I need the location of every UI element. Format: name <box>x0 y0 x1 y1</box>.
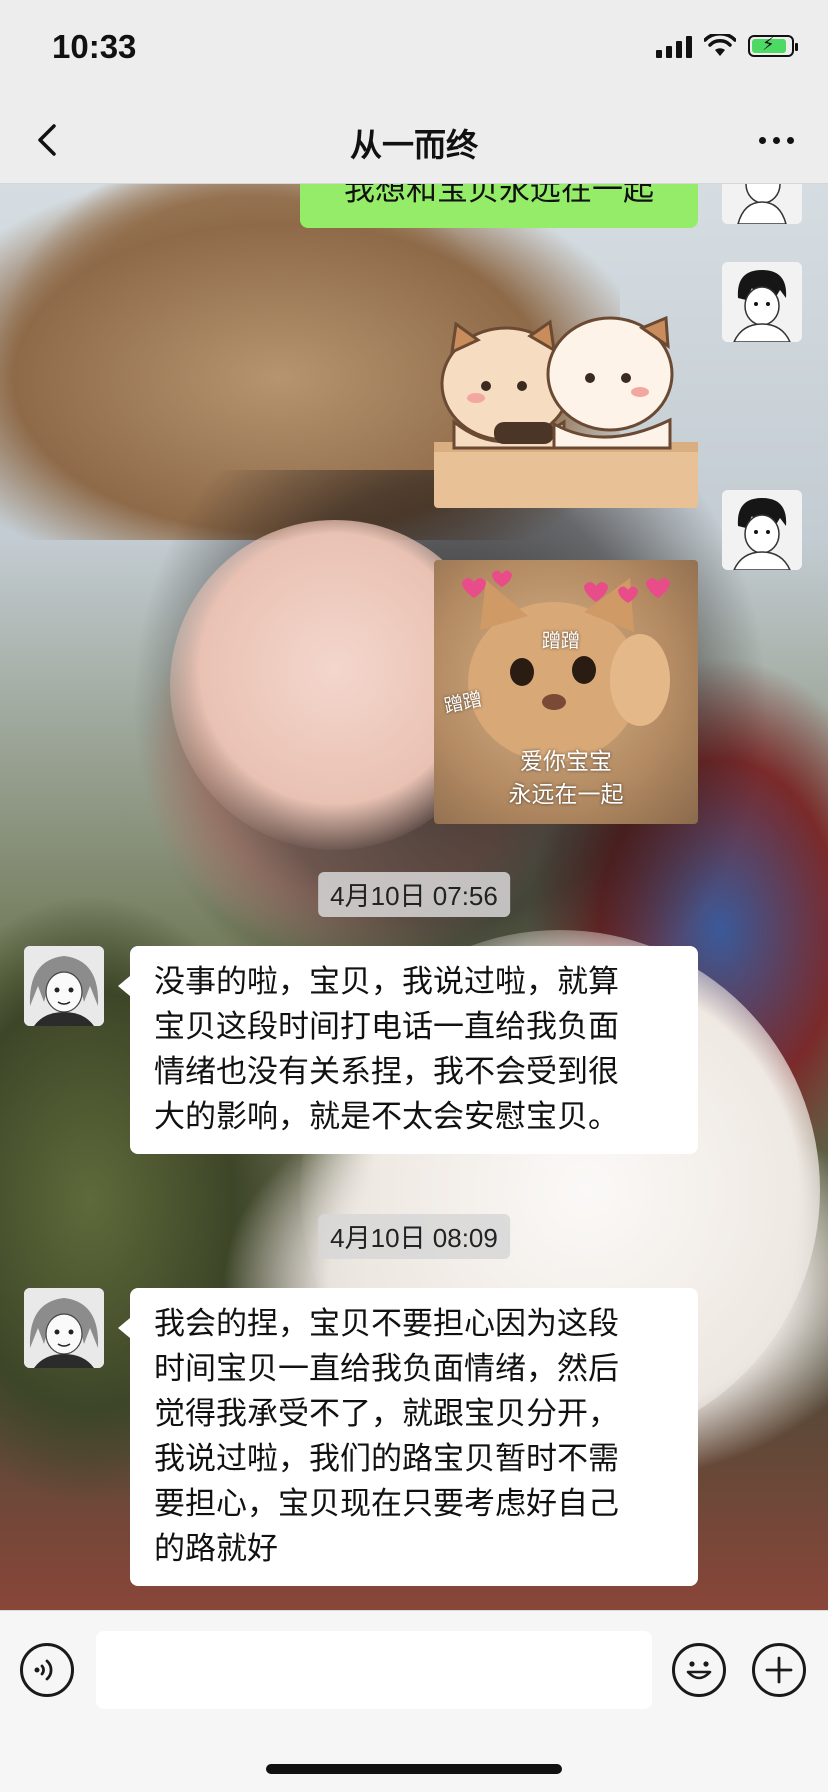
cellular-signal-icon <box>656 34 692 58</box>
battery-icon: ⚡ <box>748 34 798 57</box>
sticker-tag: 蹭蹭 <box>542 630 581 652</box>
my-avatar[interactable] <box>722 184 802 224</box>
status-icons: ⚡ <box>656 34 798 58</box>
voice-icon <box>34 1659 53 1681</box>
timestamp: 4月10日 07:56 <box>318 872 510 917</box>
voice-button[interactable] <box>20 1643 74 1697</box>
home-indicator[interactable] <box>266 1764 562 1774</box>
message-text-line: 情绪也没有关系捏，我不会受到很 <box>154 1054 619 1090</box>
message-bubble-contact[interactable]: 没事的啦，宝贝，我说过啦，就算 宝贝这段时间打电话一直给我负面 情绪也没有关系捏… <box>118 946 698 1154</box>
message-text: 我想和宝贝永远在一起 <box>344 184 654 208</box>
cat-love-sticker[interactable]: 蹭蹭 蹭蹭 爱你宝宝 永远在一起 <box>434 560 698 824</box>
more-dots-icon <box>758 136 766 144</box>
message-input[interactable] <box>96 1631 652 1709</box>
message-text-line: 没事的啦，宝贝，我说过啦，就算 <box>154 964 619 1000</box>
plus-icon <box>765 1656 793 1684</box>
message-bubble-mine[interactable]: 我想和宝贝永远在一起 <box>300 184 698 228</box>
message-text-line: 我说过啦，我们的路宝贝暂时不需 <box>154 1441 619 1477</box>
chat-title: 从一而终 <box>349 126 478 164</box>
sticker-caption: 爱你宝宝 永远在一起 <box>508 749 624 808</box>
emoji-icon <box>686 1661 712 1680</box>
my-avatar[interactable] <box>722 490 802 570</box>
message-text-line: 大的影响，就是不太会安慰宝贝。 <box>154 1099 619 1135</box>
my-avatar[interactable] <box>722 262 802 342</box>
emoji-button[interactable] <box>672 1643 726 1697</box>
contact-avatar[interactable] <box>24 946 104 1026</box>
plus-button[interactable] <box>752 1643 806 1697</box>
message-bubble-contact[interactable]: 我会的捏，宝贝不要担心因为这段 时间宝贝一直给我负面情绪，然后 觉得我承受不了，… <box>118 1288 698 1586</box>
message-text-line: 要担心，宝贝现在只要考虑好自己 <box>154 1486 619 1522</box>
message-text-line: 的路就好 <box>154 1531 278 1567</box>
message-text-line: 觉得我承受不了，就跟宝贝分开， <box>154 1396 619 1432</box>
message-text-line: 我会的捏，宝贝不要担心因为这段 <box>154 1306 619 1342</box>
chat-header: 从一而终 <box>0 96 828 184</box>
timestamp: 4月10日 08:09 <box>318 1214 510 1259</box>
contact-avatar[interactable] <box>24 1288 104 1368</box>
status-time: 10:33 <box>52 28 137 65</box>
message-list[interactable]: 我想和宝贝永远在一起 蹭蹭 蹭蹭 爱你宝宝 永远在一起 4月10日 07:56 … <box>0 184 828 1610</box>
message-text-line: 宝贝这段时间打电话一直给我负面 <box>154 1009 619 1045</box>
charging-bolt-icon: ⚡ <box>762 34 775 55</box>
bear-hug-sticker[interactable] <box>434 312 698 508</box>
status-bar: 10:33 ⚡ <box>0 0 828 96</box>
wifi-icon <box>704 34 736 56</box>
message-text-line: 时间宝贝一直给我负面情绪，然后 <box>154 1351 619 1387</box>
more-button[interactable] <box>750 118 802 162</box>
